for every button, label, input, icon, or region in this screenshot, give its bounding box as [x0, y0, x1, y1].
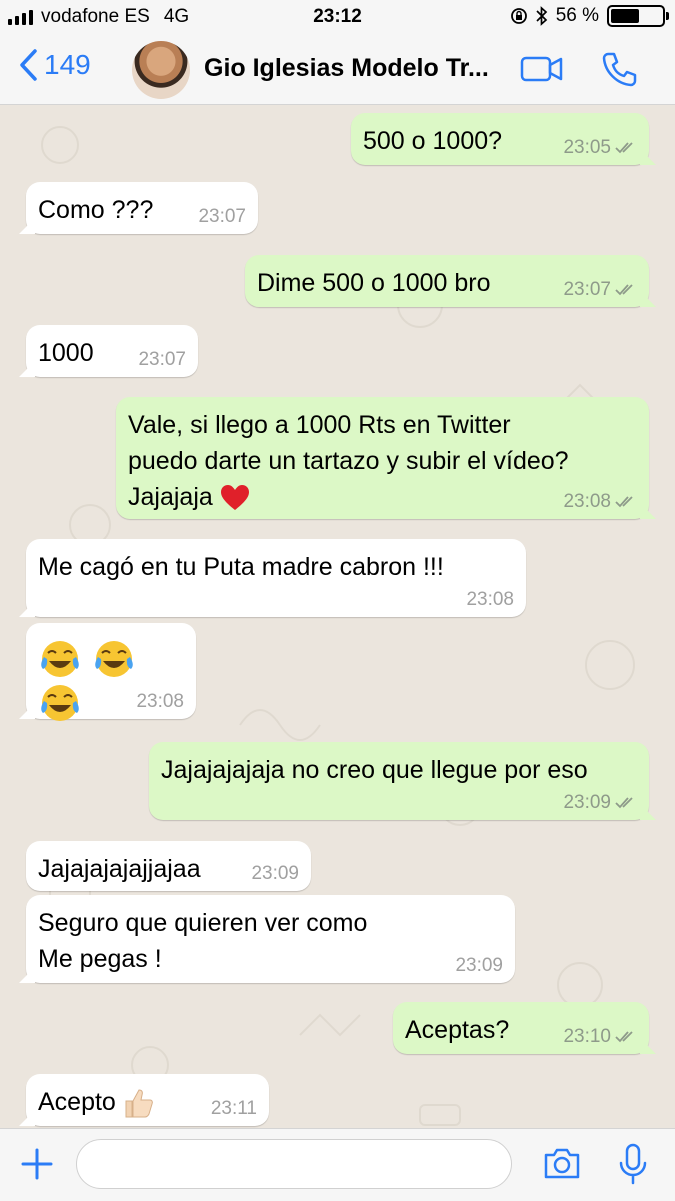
message-time: 23:09	[563, 792, 611, 813]
camera-icon[interactable]	[542, 1145, 582, 1181]
contact-name[interactable]: Gio Iglesias Modelo Tr...	[204, 54, 504, 83]
microphone-icon[interactable]	[618, 1143, 648, 1185]
compose-bar	[0, 1128, 675, 1201]
message-time: 23:07	[138, 349, 186, 370]
message-text: Acepto	[38, 1088, 116, 1116]
unread-count: 149	[44, 49, 91, 80]
message-outgoing[interactable]: Aceptas? 23:10	[393, 1002, 649, 1054]
message-outgoing[interactable]: Dime 500 o 1000 bro 23:07	[245, 255, 649, 307]
message-incoming[interactable]: Como ??? 23:07	[26, 182, 258, 234]
red-heart-emoji-icon	[220, 485, 249, 511]
double-check-icon	[615, 1031, 633, 1043]
message-time: 23:10	[563, 1026, 611, 1047]
bluetooth-icon	[536, 6, 547, 26]
message-time: 23:09	[455, 955, 503, 976]
double-check-icon	[615, 496, 633, 508]
message-time: 23:08	[466, 589, 514, 610]
plus-icon[interactable]	[20, 1147, 54, 1181]
battery-fill	[611, 9, 639, 23]
thumbs-up-emoji-icon	[125, 1089, 153, 1118]
battery-icon	[607, 5, 669, 27]
message-text: Seguro que quieren ver como Me pegas !	[38, 909, 368, 973]
message-text-wrapper: Vale, si llego a 1000 Rts en Twitter pue…	[128, 407, 637, 515]
message-time: 23:07	[198, 206, 246, 227]
message-text: Jajajajajaja no creo que llegue por eso	[161, 756, 588, 784]
message-incoming[interactable]: Acepto 23:11	[26, 1074, 269, 1126]
message-incoming[interactable]: 1000 23:07	[26, 325, 198, 377]
chat-header: 149 Gio Iglesias Modelo Tr...	[0, 36, 675, 105]
message-time: 23:08	[136, 691, 184, 712]
message-time: 23:07	[563, 279, 611, 300]
tears-of-joy-emoji-icon	[41, 641, 79, 677]
message-input[interactable]	[76, 1139, 512, 1189]
message-outgoing[interactable]: Vale, si llego a 1000 Rts en Twitter pue…	[116, 397, 649, 519]
tears-of-joy-emoji-icon	[41, 685, 79, 721]
double-check-icon	[615, 797, 633, 809]
chat-area[interactable]: 500 o 1000? 23:05 Como ??? 23:07 Dime 50…	[0, 105, 675, 1128]
message-time: 23:11	[210, 1098, 257, 1119]
status-bar: vodafone ES 4G 23:12 56 %	[0, 0, 675, 36]
message-incoming[interactable]: Seguro que quieren ver como Me pegas ! 2…	[26, 895, 515, 983]
message-time: 23:08	[563, 491, 611, 512]
message-outgoing[interactable]: 500 o 1000? 23:05	[351, 113, 649, 165]
rotation-lock-icon	[510, 8, 527, 24]
back-button[interactable]: 149	[18, 48, 91, 82]
double-check-icon	[615, 142, 633, 154]
avatar[interactable]	[132, 41, 190, 99]
phone-call-icon[interactable]	[600, 50, 638, 88]
message-text: Me cagó en tu Puta madre cabron !!!	[38, 553, 444, 581]
video-call-icon[interactable]	[520, 50, 564, 88]
message-outgoing[interactable]: Jajajajajaja no creo que llegue por eso …	[149, 742, 649, 820]
message-incoming[interactable]: Jajajajajajjajaa 23:09	[26, 841, 311, 891]
message-incoming[interactable]: Me cagó en tu Puta madre cabron !!! 23:0…	[26, 539, 526, 617]
message-time: 23:05	[563, 137, 611, 158]
message-time: 23:09	[251, 863, 299, 884]
double-check-icon	[615, 284, 633, 296]
chevron-left-icon	[20, 49, 37, 81]
message-text: Vale, si llego a 1000 Rts en Twitter pue…	[128, 411, 569, 511]
message-incoming[interactable]: 23:08	[26, 623, 196, 721]
tears-of-joy-emoji-icon	[95, 641, 133, 677]
battery-percent: 56 %	[555, 5, 599, 26]
